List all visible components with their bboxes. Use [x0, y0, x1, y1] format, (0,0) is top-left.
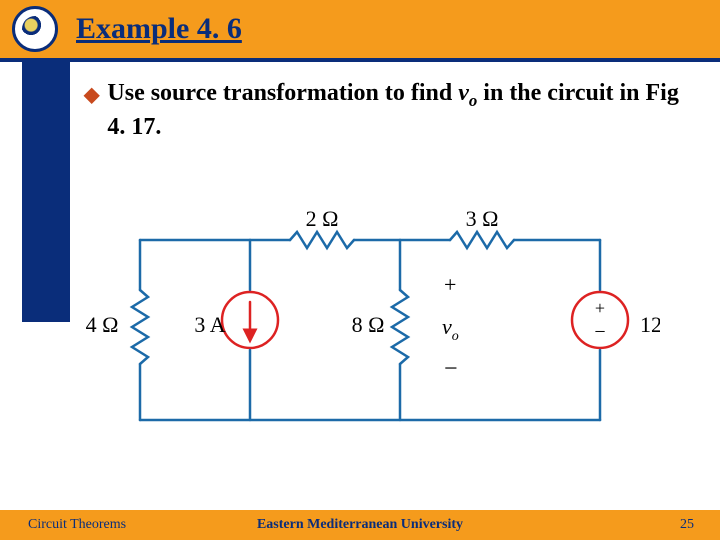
r-top2-label: 3 Ω: [466, 206, 499, 231]
header-underline: [0, 58, 720, 62]
r-mid-label: 8 Ω: [352, 312, 385, 337]
isrc-label: 3 A: [194, 312, 225, 337]
r-top1-label: 2 Ω: [306, 206, 339, 231]
vo-minus: −: [444, 356, 458, 382]
r-left-label: 4 Ω: [86, 312, 119, 337]
vsrc-label: 12 V: [640, 312, 660, 337]
slide-title: Example 4. 6: [76, 12, 242, 46]
diamond-bullet-icon: ◆: [84, 82, 99, 108]
vo-plus: +: [444, 272, 456, 297]
bullet-text: Use source transformation to find vo in …: [107, 78, 690, 143]
vo-label: vo: [442, 314, 459, 344]
content-area: ◆ Use source transformation to find vo i…: [84, 78, 690, 143]
footer-bar: Circuit Theorems Eastern Mediterranean U…: [0, 510, 720, 540]
circuit-diagram: + − 4 Ω 3 A 2 Ω 8 Ω 3 Ω 12 V + vo −: [60, 200, 660, 460]
bullet-var: v: [458, 80, 469, 106]
bullet-item: ◆ Use source transformation to find vo i…: [84, 78, 690, 143]
bullet-prefix: Use source transformation to find: [107, 80, 458, 106]
page-number: 25: [680, 517, 694, 533]
footer-left: Circuit Theorems: [28, 517, 126, 533]
header-bar: Example 4. 6: [0, 0, 720, 58]
vsrc-plus: +: [595, 298, 605, 318]
university-logo: [12, 6, 58, 52]
vsrc-minus: −: [594, 321, 605, 343]
